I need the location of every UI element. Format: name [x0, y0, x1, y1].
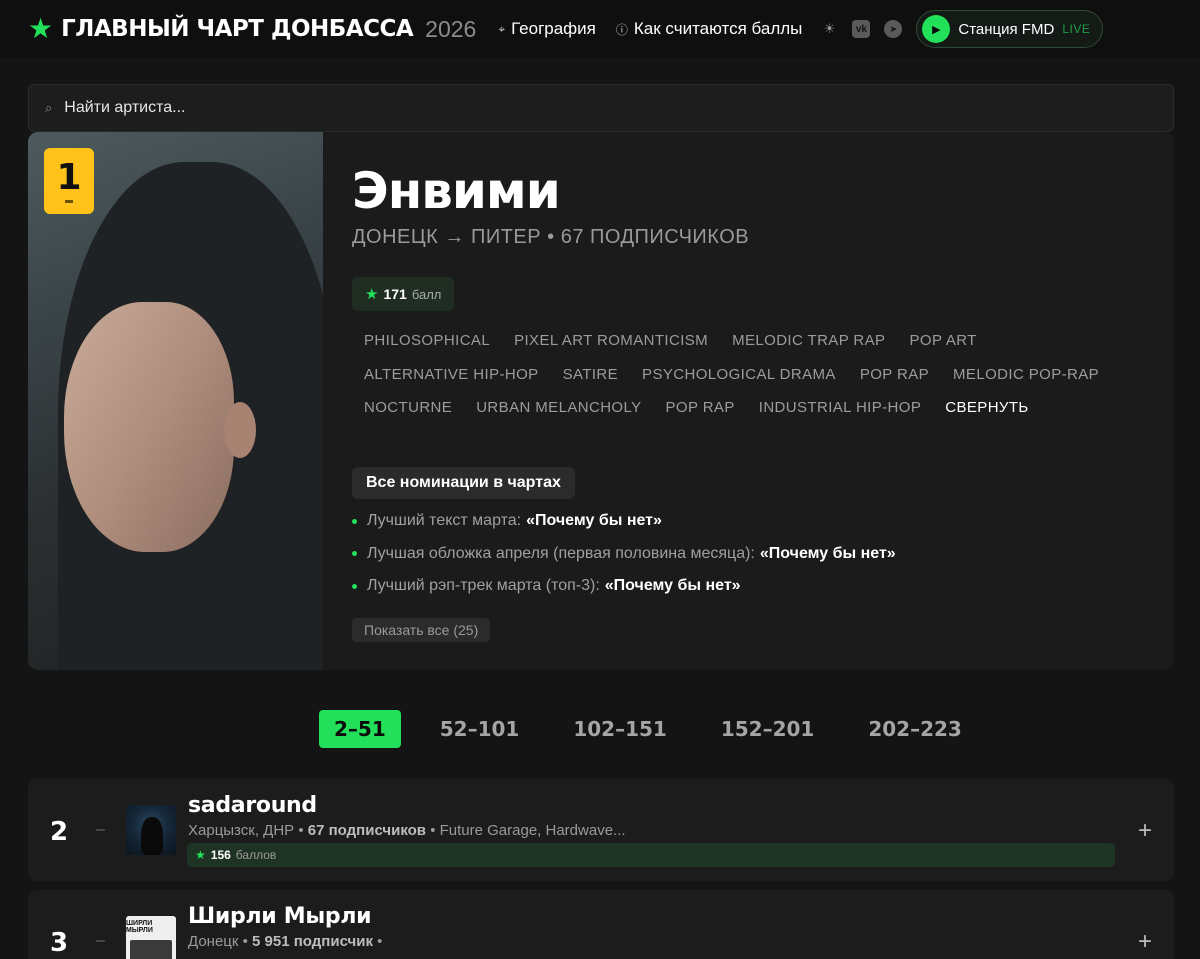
row-artist-name[interactable]: Ширли Мырли [188, 904, 372, 929]
chart-row[interactable]: 3 – ШИРЛИ МЫРЛИ Ширли Мырли Донецк • 5 9… [28, 890, 1174, 959]
bullet-icon [352, 583, 357, 589]
radio-label: Станция FMD [958, 20, 1055, 38]
nomination-label: Лучший рэп-трек марта (топ-3): [367, 577, 600, 595]
show-all-nominations-button[interactable]: Показать все (25) [352, 618, 491, 642]
nomination-item: Лучшая обложка апреля (первая половина м… [352, 538, 896, 571]
rank-change: – [96, 932, 105, 949]
genre-tag[interactable]: PSYCHOLOGICAL DRAMA [630, 366, 848, 383]
row-meta: Донецк • 5 951 подписчик • [188, 933, 383, 950]
site-logo[interactable]: ★ ГЛАВНЫЙ ЧАРТ ДОНБАССА 2026 [28, 15, 476, 43]
row-rank: 3 [50, 928, 69, 958]
genre-tag[interactable]: POP ART [897, 332, 988, 349]
page-tab[interactable]: 152–201 [706, 710, 830, 748]
top-artist-card: 1 Энвими ДОНЕЦК → ПИТЕР • 67 ПОДПИСЧИКОВ… [28, 132, 1174, 670]
artist-name[interactable]: Энвими [352, 162, 561, 220]
genre-tag[interactable]: PIXEL ART ROMANTICISM [502, 332, 720, 349]
nomination-item: Лучший текст марта: «Почему бы нет» [352, 505, 896, 538]
tag-row: ALTERNATIVE HIP-HOP SATIRE PSYCHOLOGICAL… [352, 358, 1152, 392]
play-icon: ▶ [922, 15, 951, 43]
row-artist-name[interactable]: sadaround [188, 793, 317, 818]
expand-icon[interactable]: + [1138, 928, 1152, 956]
artist-info: Энвими ДОНЕЦК → ПИТЕР • 67 ПОДПИСЧИКОВ ★… [352, 132, 1174, 670]
nomination-item: Лучший рэп-трек марта (топ-3): «Почему б… [352, 570, 896, 603]
rank-number: 1 [56, 156, 82, 198]
row-rank: 2 [50, 817, 69, 847]
nomination-track[interactable]: «Почему бы нет» [526, 512, 662, 530]
score-value: 171 [383, 286, 407, 302]
search-icon: ⌕ [45, 100, 53, 115]
genre-tag[interactable]: URBAN MELANCHOLY [464, 399, 653, 416]
help-circle-icon: ⓘ [615, 22, 628, 37]
nav-geography-label: География [511, 19, 596, 38]
nomination-label: Лучший текст марта: [367, 512, 522, 530]
genre-tags: PHILOSOPHICAL PIXEL ART ROMANTICISM MELO… [352, 324, 1152, 425]
chart-row[interactable]: 2 – sadaround Харцызск, ДНР • 67 подписч… [28, 779, 1174, 881]
genre-tag[interactable]: POP RAP [654, 399, 747, 416]
cover-text: ШИРЛИ МЫРЛИ [126, 920, 153, 934]
nomination-label: Лучшая обложка апреля (первая половина м… [367, 544, 755, 562]
artist-subtitle: ДОНЕЦК → ПИТЕР • 67 ПОДПИСЧИКОВ [352, 226, 750, 248]
nominations-list: Лучший текст марта: «Почему бы нет» Лучш… [352, 505, 896, 603]
page-tab[interactable]: 202–223 [853, 710, 977, 748]
row-location: Харцызск, ДНР [188, 822, 295, 839]
nomination-track[interactable]: «Почему бы нет» [605, 577, 741, 595]
score-badge: ★ 171 балл [352, 277, 455, 311]
bullet-icon [352, 551, 357, 557]
genre-tag[interactable]: ALTERNATIVE HIP-HOP [352, 366, 551, 383]
nav-how-scores[interactable]: ⓘ Как считаются баллы [616, 19, 803, 39]
search-input[interactable] [64, 99, 965, 117]
page-tab[interactable]: 52–101 [425, 710, 535, 748]
row-genres: Future Garage, Hardwave... [439, 822, 626, 839]
tag-row: NOCTURNE URBAN MELANCHOLY POP RAP INDUST… [352, 391, 1152, 425]
artist-photo: 1 [28, 132, 323, 670]
nomination-track[interactable]: «Почему бы нет» [760, 545, 896, 563]
vk-icon[interactable]: vk [852, 20, 871, 38]
star-icon: ★ [195, 848, 206, 862]
nav-how-scores-label: Как считаются баллы [633, 19, 803, 38]
score-unit: балл [411, 286, 442, 302]
logo-title: ГЛАВНЫЙ ЧАРТ ДОНБАССА [61, 16, 414, 42]
genre-tag[interactable]: POP RAP [848, 366, 941, 383]
top-header: ★ ГЛАВНЫЙ ЧАРТ ДОНБАССА 2026 ⌖ География… [0, 0, 1200, 58]
nav-geography[interactable]: ⌖ География [498, 19, 596, 39]
telegram-icon[interactable]: ➤ [884, 20, 903, 38]
row-location: Донецк [188, 933, 239, 950]
row-meta: Харцызск, ДНР • 67 подписчиков • Future … [188, 822, 626, 839]
genre-tag[interactable]: MELODIC POP-RAP [941, 366, 1111, 383]
genre-tag[interactable]: PHILOSOPHICAL [352, 332, 502, 349]
location-pin-icon: ⌖ [498, 21, 506, 36]
page-tab[interactable]: 2–51 [319, 710, 401, 748]
genre-tag[interactable]: NOCTURNE [352, 399, 464, 416]
rank-change: – [96, 821, 105, 838]
rank-badge: 1 [44, 148, 94, 214]
star-icon: ★ [365, 286, 379, 303]
genre-tag[interactable]: INDUSTRIAL HIP-HOP [747, 399, 934, 416]
star-logo-icon: ★ [28, 13, 54, 44]
row-subscribers: 67 подписчиков [307, 822, 427, 839]
row-score: 156 [210, 848, 231, 862]
genre-tag[interactable]: MELODIC TRAP RAP [720, 332, 897, 349]
artist-avatar [126, 805, 176, 855]
pagination: 2–51 52–101 102–151 152–201 202–223 [319, 710, 977, 748]
row-score-unit: баллов [235, 848, 277, 862]
search-bar: ⌕ [28, 84, 1174, 132]
theme-toggle-icon[interactable]: ☀ [820, 20, 838, 38]
score-bar: ★ 156 баллов [187, 843, 1115, 867]
live-badge: LIVE [1062, 22, 1091, 36]
nominations-title: Все номинации в чартах [352, 467, 575, 499]
artist-avatar: ШИРЛИ МЫРЛИ [126, 916, 176, 959]
row-subscribers: 5 951 подписчик [252, 933, 373, 950]
radio-station-button[interactable]: ▶ Станция FMD LIVE [916, 10, 1104, 48]
logo-year: 2026 [425, 15, 477, 42]
page-tab[interactable]: 102–151 [558, 710, 682, 748]
genre-tag[interactable]: SATIRE [551, 366, 630, 383]
header-icons: ☀ vk ➤ [820, 20, 903, 38]
tag-row: PHILOSOPHICAL PIXEL ART ROMANTICISM MELO… [352, 324, 1152, 358]
collapse-tags-button[interactable]: СВЕРНУТЬ [933, 399, 1040, 416]
expand-icon[interactable]: + [1138, 817, 1152, 845]
main-nav: ⌖ География ⓘ Как считаются баллы [498, 19, 802, 39]
bullet-icon [352, 518, 357, 524]
